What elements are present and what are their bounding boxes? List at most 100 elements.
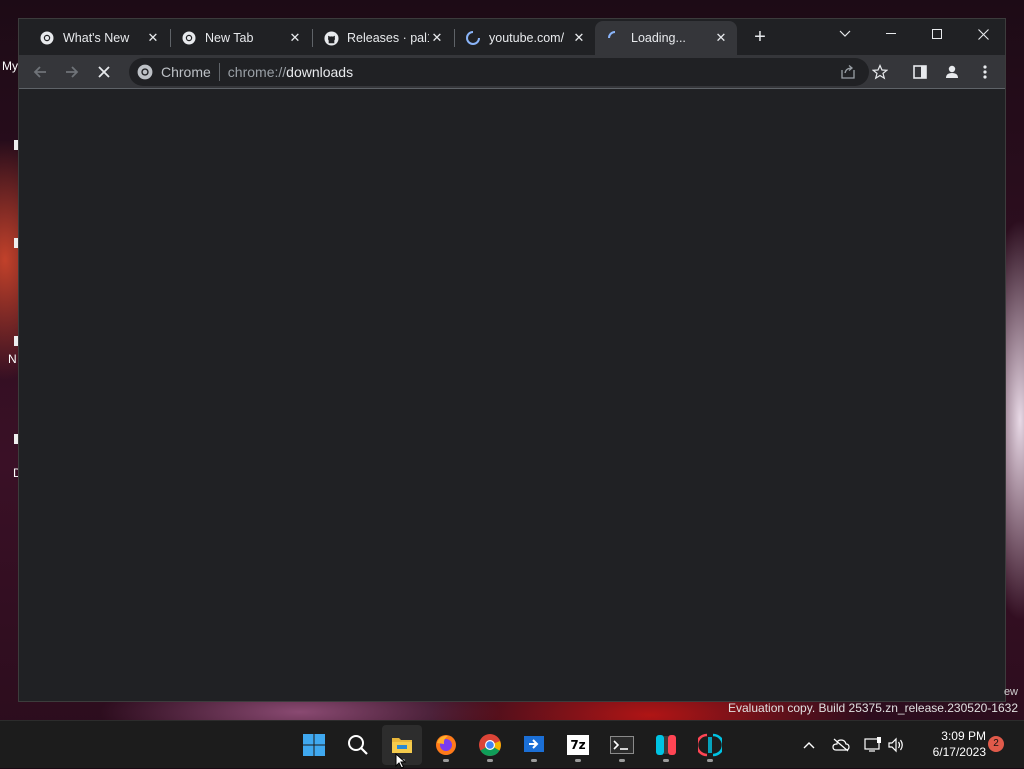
tab-strip: What's New ✕ New Tab ✕ Releases · pal1 ✕ [19, 19, 1005, 55]
onedrive-button[interactable] [829, 733, 853, 757]
tab-title: youtube.com/ [489, 31, 565, 45]
tab-youtube[interactable]: youtube.com/ ✕ [453, 21, 595, 55]
tab-title: Loading... [631, 31, 686, 45]
menu-button[interactable] [971, 58, 999, 86]
profile-button[interactable] [938, 58, 966, 86]
taskbar-terminal[interactable] [602, 725, 642, 765]
tab-title: New Tab [205, 31, 254, 45]
tab-whats-new[interactable]: What's New ✕ [27, 21, 169, 55]
chrome-window: What's New ✕ New Tab ✕ Releases · pal1 ✕ [18, 18, 1006, 702]
taskbar-switch[interactable] [646, 725, 686, 765]
minimize-button[interactable] [868, 19, 914, 49]
minimize-icon [886, 33, 896, 34]
watermark-fragment: ew [1003, 686, 1018, 698]
taskbar-firefox[interactable] [426, 725, 466, 765]
switch-icon [656, 735, 676, 755]
running-indicator [487, 759, 493, 762]
share-icon [841, 65, 855, 79]
taskbar-clock[interactable]: 3:09 PM 6/17/2023 [912, 728, 986, 760]
stop-button[interactable] [90, 58, 118, 86]
tab-title: What's New [63, 31, 130, 45]
network-icon [864, 737, 881, 752]
back-arrow-icon [33, 66, 46, 78]
yuzu-icon [698, 733, 722, 757]
7zip-icon: 7z [567, 735, 589, 755]
running-indicator [663, 759, 669, 762]
omnibox-divider [218, 63, 220, 81]
firefox-icon [436, 735, 456, 755]
remote-desktop-icon [524, 736, 544, 752]
search-button[interactable] [338, 725, 378, 765]
tab-close-icon[interactable]: ✕ [429, 30, 445, 46]
kebab-menu-icon [983, 65, 987, 79]
stop-icon [98, 66, 110, 78]
url-scheme: chrome:// [227, 64, 287, 80]
running-indicator [531, 759, 537, 762]
maximize-icon [932, 29, 942, 39]
back-button[interactable] [26, 58, 54, 86]
taskbar-7zip[interactable]: 7z [558, 725, 598, 765]
tab-search-button[interactable] [822, 19, 868, 49]
taskbar-remote-desktop[interactable] [514, 725, 554, 765]
new-tab-button[interactable]: + [749, 26, 771, 48]
bookmark-button[interactable] [866, 58, 894, 86]
side-panel-icon [913, 65, 927, 79]
tab-close-icon[interactable]: ✕ [145, 30, 161, 46]
side-panel-button[interactable] [906, 58, 934, 86]
cloud-offline-icon [832, 738, 850, 752]
show-hidden-icons-button[interactable] [797, 733, 821, 757]
loading-spinner-icon [465, 30, 481, 46]
running-indicator [707, 759, 713, 762]
chrome-icon [137, 64, 153, 80]
close-icon [977, 28, 989, 40]
tab-new-tab[interactable]: New Tab ✕ [169, 21, 311, 55]
tab-releases[interactable]: Releases · pal1 ✕ [311, 21, 453, 55]
site-chip-label: Chrome [161, 64, 211, 80]
chevron-down-icon [839, 30, 851, 37]
build-watermark: Evaluation copy. Build 25375.zn_release.… [728, 701, 1018, 715]
page-content [19, 90, 1005, 701]
search-icon [348, 735, 368, 755]
taskbar-chrome[interactable] [470, 725, 510, 765]
file-explorer-icon [392, 738, 412, 753]
forward-button[interactable] [58, 58, 86, 86]
desktop-label: My [2, 59, 18, 73]
loading-spinner-icon [607, 30, 623, 46]
tab-close-icon[interactable]: ✕ [287, 30, 303, 46]
maximize-button[interactable] [914, 19, 960, 49]
terminal-icon [610, 736, 634, 754]
running-indicator [619, 759, 625, 762]
mouse-cursor-icon [395, 753, 407, 769]
forward-arrow-icon [66, 66, 79, 78]
chevron-up-icon [803, 742, 815, 749]
tab-loading[interactable]: Loading... ✕ [595, 21, 737, 55]
share-button[interactable] [834, 58, 862, 86]
github-icon [323, 30, 339, 46]
desktop-label: N [8, 352, 17, 366]
taskbar: 7z [0, 720, 1024, 768]
volume-button[interactable] [884, 733, 908, 757]
start-icon [303, 734, 325, 756]
notification-badge[interactable]: 2 [988, 736, 1004, 752]
clock-date: 6/17/2023 [932, 745, 986, 759]
tab-close-icon[interactable]: ✕ [713, 30, 729, 46]
taskbar-yuzu[interactable] [690, 725, 730, 765]
url-host: downloads [286, 64, 354, 80]
star-icon [872, 64, 888, 80]
chrome-icon [479, 734, 501, 756]
tab-close-icon[interactable]: ✕ [571, 30, 587, 46]
site-chip[interactable]: Chrome [129, 64, 219, 80]
profile-icon [946, 65, 958, 78]
browser-toolbar: Chrome chrome://downloads [19, 55, 1005, 89]
omnibox[interactable]: Chrome chrome://downloads [129, 58, 869, 86]
chrome-icon [181, 30, 197, 46]
running-indicator [575, 759, 581, 762]
speaker-icon [888, 737, 903, 753]
network-button[interactable] [861, 733, 885, 757]
running-indicator [443, 759, 449, 762]
close-window-button[interactable] [960, 19, 1006, 49]
tab-title: Releases · pal1 [347, 31, 429, 45]
chrome-icon [39, 30, 55, 46]
start-button[interactable] [294, 725, 334, 765]
clock-time: 3:09 PM [941, 729, 986, 743]
